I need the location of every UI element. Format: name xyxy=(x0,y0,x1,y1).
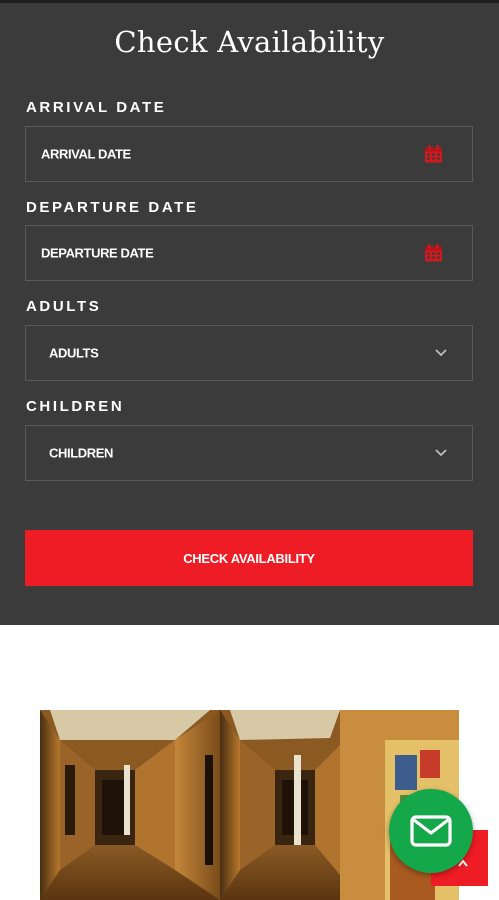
hotel-corridor-image xyxy=(40,710,459,900)
calendar-icon[interactable] xyxy=(424,145,443,164)
contact-mail-button[interactable] xyxy=(389,789,473,873)
adults-select[interactable]: ADULTS xyxy=(25,325,473,381)
departure-date-placeholder: DEPARTURE DATE xyxy=(41,245,154,261)
children-selected-value: CHILDREN xyxy=(49,445,113,461)
chevron-down-icon xyxy=(435,449,447,457)
departure-date-field[interactable]: DEPARTURE DATE xyxy=(25,225,473,281)
adults-label: ADULTS xyxy=(26,298,102,315)
departure-date-label: DEPARTURE DATE xyxy=(26,199,199,216)
chevron-down-icon xyxy=(435,349,447,357)
children-label: CHILDREN xyxy=(26,398,125,415)
arrival-date-placeholder: ARRIVAL DATE xyxy=(41,146,131,162)
calendar-icon[interactable] xyxy=(424,244,443,263)
adults-selected-value: ADULTS xyxy=(49,345,99,361)
arrival-date-field[interactable]: ARRIVAL DATE xyxy=(25,126,473,182)
form-title: Check Availability xyxy=(114,25,385,59)
corridor-photo xyxy=(40,710,459,900)
children-select[interactable]: CHILDREN xyxy=(25,425,473,481)
check-availability-panel: Check Availability ARRIVAL DATE ARRIVAL … xyxy=(0,0,499,625)
arrival-date-label: ARRIVAL DATE xyxy=(26,99,167,116)
check-availability-button[interactable]: CHECK AVAILABILITY xyxy=(25,530,473,586)
mail-icon xyxy=(410,815,452,847)
